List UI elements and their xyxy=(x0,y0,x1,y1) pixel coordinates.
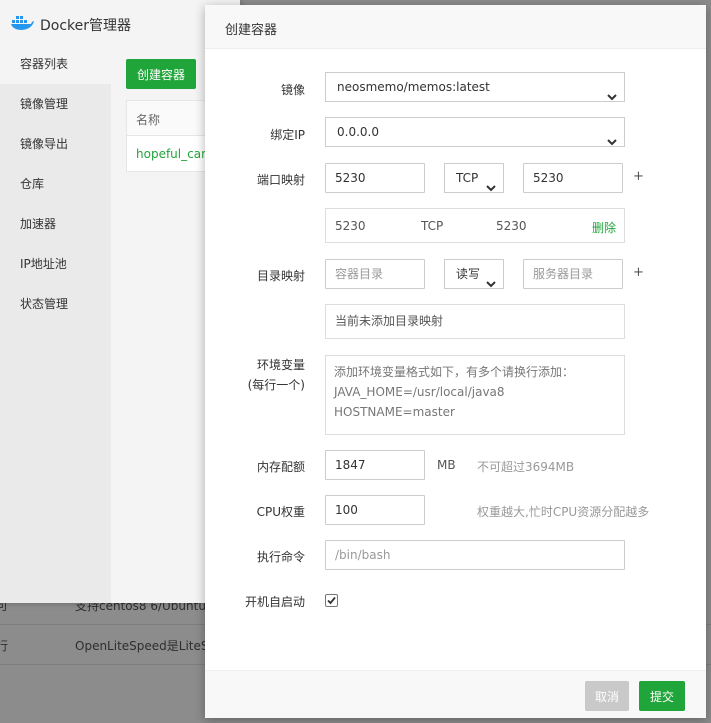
server-dir-input[interactable]: 服务器目录 xyxy=(523,259,623,289)
dialog-header: 创建容器 xyxy=(205,5,706,49)
cpu-label: CPU权重 xyxy=(256,505,305,519)
env-placeholder-line: HOSTNAME=master xyxy=(334,405,455,419)
autostart-checkbox[interactable] xyxy=(325,594,338,607)
bind-ip-select-value: 0.0.0.0 xyxy=(337,125,379,139)
dir-mapping-empty-state: 当前未添加目录映射 xyxy=(325,304,625,339)
dialog-title: 创建容器 xyxy=(225,23,278,38)
command-label: 执行命令 xyxy=(256,550,305,564)
cancel-button[interactable]: 取消 xyxy=(585,681,629,711)
command-input[interactable]: /bin/bash xyxy=(325,540,625,570)
chevron-down-icon xyxy=(486,174,496,202)
cpu-hint: 权重越大,忙时CPU资源分配越多 xyxy=(477,505,650,519)
env-label: 环境变量 (每行一个) xyxy=(205,355,305,395)
env-placeholder-line: JAVA_HOME=/usr/local/java8 xyxy=(334,385,505,399)
sidebar-item-accelerator[interactable]: 加速器 xyxy=(0,204,111,244)
sidebar-item-container-list[interactable]: 容器列表 xyxy=(0,44,111,84)
protocol-select-value: TCP xyxy=(456,171,479,185)
protocol-select[interactable]: TCP xyxy=(444,163,504,193)
dir-mapping-label: 目录映射 xyxy=(256,269,305,283)
image-select[interactable]: neosmemo/memos:latest xyxy=(325,72,625,102)
env-label-line1: 环境变量 xyxy=(256,358,305,372)
dialog-footer: 取消 提交 xyxy=(205,670,706,718)
docker-window-title: Docker管理器 xyxy=(40,18,132,34)
create-container-button[interactable]: 创建容器 xyxy=(126,59,196,89)
image-label: 镜像 xyxy=(280,83,305,97)
env-placeholder-line: 添加环境变量格式如下，有多个请换行添加： xyxy=(334,365,575,379)
image-select-value: neosmemo/memos:latest xyxy=(337,80,490,94)
docker-whale-icon xyxy=(10,13,34,34)
memory-label: 内存配额 xyxy=(256,460,305,474)
container-dir-input[interactable]: 容器目录 xyxy=(325,259,425,289)
docker-window-titlebar: Docker管理器 xyxy=(0,0,240,44)
bind-ip-select[interactable]: 0.0.0.0 xyxy=(325,117,625,147)
checkmark-icon xyxy=(327,596,336,605)
sidebar-item-image-export[interactable]: 镜像导出 xyxy=(0,124,111,164)
delete-port-link[interactable]: 删除 xyxy=(592,219,616,236)
port-entry-protocol: TCP xyxy=(421,219,444,233)
sidebar-item-image-management[interactable]: 镜像管理 xyxy=(0,84,111,124)
memory-hint: 不可超过3694MB xyxy=(477,460,575,474)
rw-mode-select[interactable]: 读写 xyxy=(444,259,504,289)
bind-ip-label: 绑定IP xyxy=(270,128,305,142)
container-name-link[interactable]: hopeful_can xyxy=(136,147,209,161)
add-dir-button[interactable]: + xyxy=(633,265,644,280)
rw-mode-select-value: 读写 xyxy=(456,267,481,281)
docker-sidebar: 容器列表 镜像管理 镜像导出 仓库 加速器 IP地址池 状态管理 xyxy=(0,44,111,603)
memory-input[interactable]: 1847 xyxy=(325,450,425,480)
cpu-weight-input[interactable]: 100 xyxy=(325,495,425,525)
memory-unit: MB xyxy=(437,458,456,472)
create-container-dialog: 创建容器 镜像 neosmemo/memos:latest 绑定IP 0.0.0… xyxy=(205,5,706,718)
submit-button[interactable]: 提交 xyxy=(639,681,685,711)
port-entry-container: 5230 xyxy=(496,219,527,233)
sidebar-item-ip-pool[interactable]: IP地址池 xyxy=(0,244,111,284)
docker-manager-window: Docker管理器 容器列表 镜像管理 镜像导出 仓库 加速器 IP地址池 状态… xyxy=(0,0,240,603)
env-textarea[interactable]: 添加环境变量格式如下，有多个请换行添加： JAVA_HOME=/usr/loca… xyxy=(325,355,625,435)
chevron-down-icon xyxy=(607,128,617,156)
container-port-input[interactable]: 5230 xyxy=(523,163,623,193)
chevron-down-icon xyxy=(486,270,496,298)
host-port-input[interactable]: 5230 xyxy=(325,163,425,193)
port-mapping-label: 端口映射 xyxy=(256,173,305,187)
sidebar-item-status-management[interactable]: 状态管理 xyxy=(0,284,111,324)
sidebar-item-repository[interactable]: 仓库 xyxy=(0,164,111,204)
port-mapping-list: 5230 TCP 5230 删除 xyxy=(325,208,625,243)
port-entry-host: 5230 xyxy=(335,219,366,233)
column-header-name: 名称 xyxy=(136,113,161,127)
env-label-line2: (每行一个) xyxy=(247,378,305,392)
chevron-down-icon xyxy=(607,83,617,111)
add-port-button[interactable]: + xyxy=(633,169,644,184)
autostart-label: 开机自启动 xyxy=(244,595,305,609)
